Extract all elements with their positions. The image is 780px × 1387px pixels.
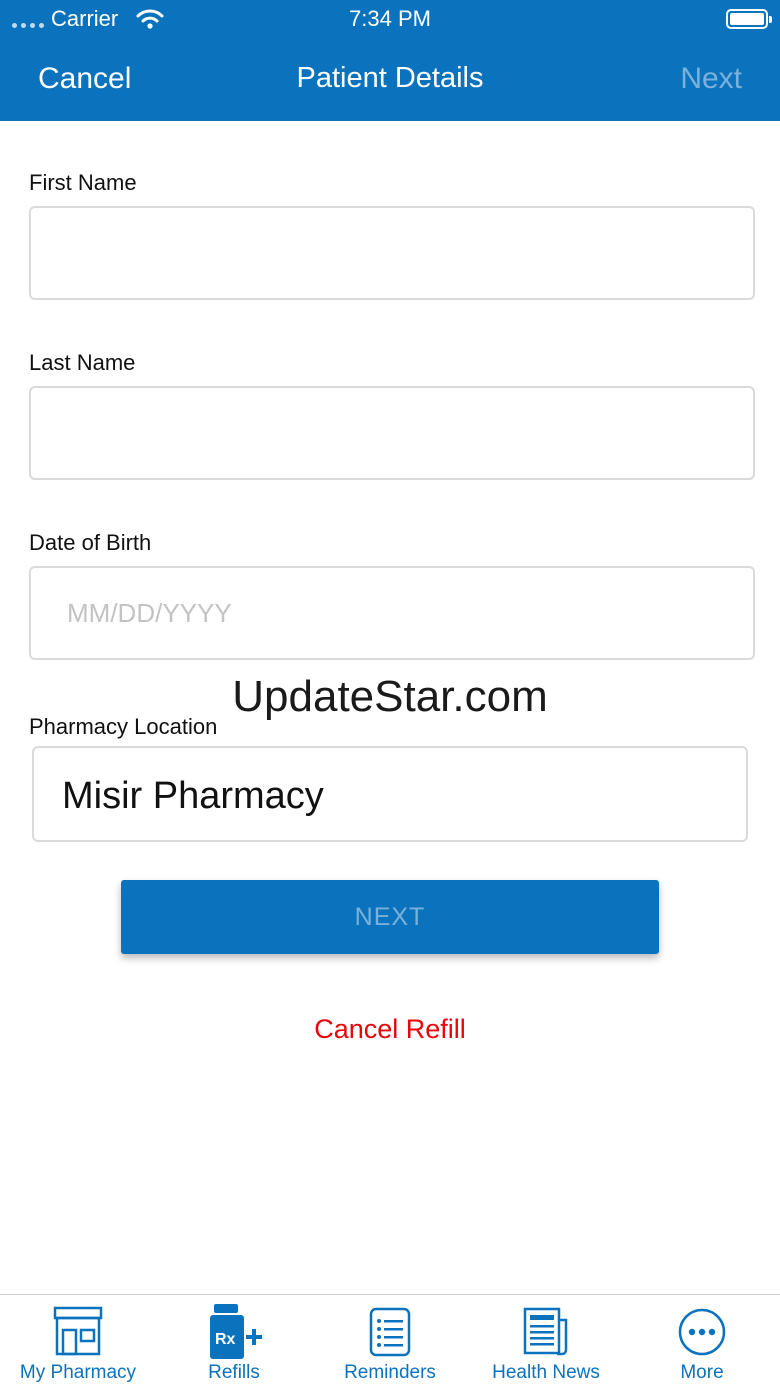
last-name-field (29, 386, 755, 480)
reminders-list-icon (312, 1305, 468, 1359)
tab-label: Health News (492, 1362, 600, 1383)
header: Carrier 7:34 PM Cancel Patient Details N… (0, 0, 780, 121)
tab-label: Reminders (344, 1362, 436, 1383)
tab-label: More (680, 1362, 724, 1383)
rx-refill-icon: Rx (156, 1304, 312, 1359)
nav-next-button[interactable]: Next (680, 62, 742, 96)
screen: Carrier 7:34 PM Cancel Patient Details N… (0, 0, 780, 1387)
first-name-label: First Name (29, 170, 137, 195)
newspaper-icon (468, 1305, 624, 1359)
cancel-refill-button[interactable]: Cancel Refill (0, 1014, 780, 1045)
tab-label: My Pharmacy (19, 1362, 137, 1383)
dob-label: Date of Birth (29, 530, 152, 555)
status-time: 7:34 PM (349, 6, 431, 31)
last-name-label: Last Name (29, 350, 136, 375)
pharmacy-location-selector[interactable]: Misir Pharmacy (32, 746, 748, 842)
svg-text:Rx: Rx (215, 1331, 236, 1348)
tab-bar: My Pharmacy Rx Refills Reminders Health … (0, 1294, 780, 1387)
battery-icon (726, 9, 772, 29)
first-name-field (29, 206, 755, 300)
dob-field (29, 566, 755, 660)
tab-more[interactable]: More (624, 1295, 780, 1387)
more-icon (624, 1305, 780, 1359)
status-bar: Carrier 7:34 PM (0, 0, 780, 40)
dob-input[interactable] (31, 568, 753, 658)
first-name-input[interactable] (31, 208, 753, 298)
tab-health-news[interactable]: Health News (468, 1295, 624, 1387)
tab-reminders[interactable]: Reminders (312, 1295, 468, 1387)
next-button[interactable]: NEXT (121, 880, 659, 954)
tab-label: Refills (208, 1362, 260, 1383)
page-title: Patient Details (296, 62, 484, 94)
nav-bar: Cancel Patient Details Next (0, 40, 780, 121)
pharmacy-store-icon (0, 1305, 156, 1359)
pharmacy-location-value: Misir Pharmacy (62, 775, 324, 817)
watermark: UpdateStar.com (232, 672, 548, 721)
last-name-input[interactable] (31, 388, 753, 478)
tab-refills[interactable]: Rx Refills (156, 1295, 312, 1387)
tab-my-pharmacy[interactable]: My Pharmacy (0, 1295, 156, 1387)
